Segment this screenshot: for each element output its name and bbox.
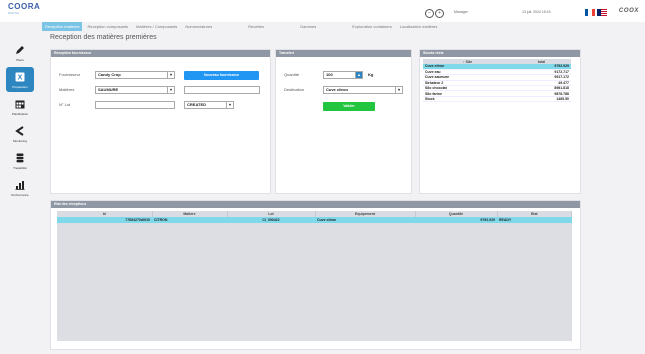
matiere-select[interactable]: SAUMURE ▾ [95,86,175,94]
matiere-value: SAUMURE [98,87,119,92]
receptions-panel-header: Etat des réceptions [51,201,580,208]
tab-localisation-matieres[interactable]: Localisation matières [397,22,441,31]
tab-gammes[interactable]: Gammes [297,22,319,31]
tab-recettes[interactable]: Recettes [245,22,267,31]
sidebar-item-label: Monitoring [12,138,27,143]
new-supplier-button[interactable]: Nouveau fournisseur [184,71,259,80]
lot-input[interactable] [95,101,175,109]
sidebar-item-plans[interactable]: Plans [0,40,40,65]
tab-exploration-containers[interactable]: Exploration containers [349,22,395,31]
user-label: Manager [454,10,468,14]
english-flag-icon[interactable] [597,9,607,16]
status-value: CREATED [187,102,207,107]
bar-chart-icon [14,179,26,191]
validate-button[interactable]: Valider [323,102,375,111]
chevron-down-icon: ▾ [167,87,174,93]
chevron-down-icon: ▾ [395,87,402,93]
receptions-table: Id Matiere Lot Equipement Quantité Etat … [57,211,572,223]
minus-circle-icon[interactable]: − [425,9,434,18]
sidebar-item-performance[interactable]: Performance [0,175,40,200]
sidebar-item-label: Performance [11,192,29,197]
sidebar: Plans X Préparation Planification Monito… [0,40,40,202]
top-bar: COORA DIGITAL − + Manager 13 juil. 2024 … [0,0,645,22]
quantite-stepper[interactable]: 100 ▴ [323,71,363,79]
chevron-down-icon: ▾ [226,102,233,108]
lot-label: N° Lot [59,102,71,107]
destination-label: Destination [284,87,305,92]
chevron-down-icon: ▾ [167,72,174,78]
brand-logo: COOX [618,8,639,14]
sidebar-item-planification[interactable]: Planification [0,94,40,119]
quantite-label: Quantité [284,72,300,77]
site-cell: Stock [423,96,513,103]
reception-panel-header: Réception fournisseur [51,50,270,57]
french-flag-icon[interactable] [585,9,595,16]
fournisseur-value: Candy Crop [98,72,121,77]
page-title: Reception des matières premières [50,34,157,41]
sidebar-item-label: Plans [16,57,24,62]
sidebar-item-label: Préparation [12,84,28,89]
total-cell: 1465.50 [512,96,571,103]
plus-circle-icon[interactable]: + [435,9,444,18]
matiere-detail-field[interactable] [184,86,260,94]
stock-panel: Stocks réels ↑ Site total Cuve citron 979… [419,49,581,194]
module-tabs: Reception matieres Reception composants … [42,22,582,31]
table-row[interactable]: Stock 1465.50 [423,96,571,103]
sidebar-item-label: Traçabilité [13,165,27,170]
pencil-icon [14,44,26,56]
tab-nomenclatures[interactable]: Nomenclatures [182,22,215,31]
sidebar-item-preparation[interactable]: X Préparation [6,67,34,92]
app-logo: COORA DIGITAL [8,2,41,16]
sidebar-item-label: Planification [11,111,29,116]
matiere-label: Matières [59,87,75,92]
reception-panel: Réception fournisseur Fournisseur Candy … [50,49,271,194]
monitoring-icon [14,125,26,137]
datetime: 13 juil. 2024 15:15 [522,10,551,14]
quantite-value: 100 [326,72,333,77]
stock-panel-header: Stocks réels [420,50,580,57]
calendar-icon [14,98,26,110]
status-icons: − + [425,9,444,18]
svg-text:X: X [18,74,23,81]
quantite-unit: Kg [368,72,374,77]
database-icon [14,152,26,164]
tab-reception-composants[interactable]: Reception composants [84,22,131,31]
excel-icon: X [14,71,26,83]
destination-select[interactable]: Cuve citron ▾ [323,86,403,94]
status-select[interactable]: CREATED ▾ [184,101,234,109]
receptions-panel: Etat des réceptions Id Matiere Lot Equip… [50,200,581,350]
logo-text: COORA [8,2,41,11]
tab-reception-matieres[interactable]: Reception matieres [42,22,83,31]
sidebar-item-monitoring[interactable]: Monitoring [0,121,40,146]
destination-value: Cuve citron [326,87,349,92]
stock-table: ↑ Site total Cuve citron 9792.929 Cuve ea… [423,59,571,103]
logo-subtext: DIGITAL [8,11,20,15]
table-empty-area [57,223,572,341]
fournisseur-select[interactable]: Candy Crop ▾ [95,71,175,79]
transfert-panel-header: Transfert [276,50,411,57]
tab-matieres-composants[interactable]: Matières / Composants [133,22,180,31]
sidebar-item-tracabilite[interactable]: Traçabilité [0,148,40,173]
language-flags [585,9,607,16]
fournisseur-label: Fournisseur [59,72,81,77]
stepper-icon[interactable]: ▴ [355,72,362,78]
transfert-panel: Transfert Quantité 100 ▴ Kg Destination … [275,49,412,194]
